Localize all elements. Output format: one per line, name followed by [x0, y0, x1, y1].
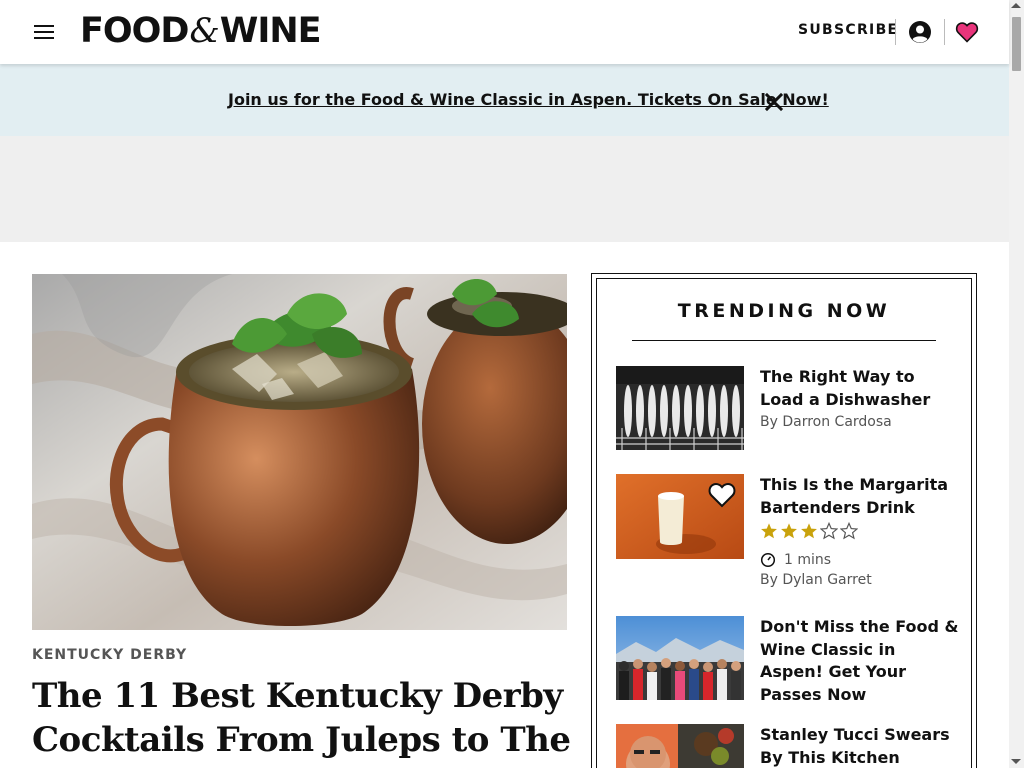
hero-category-link[interactable]: KENTUCKY DERBY [32, 647, 187, 663]
star-filled-icon [801, 523, 817, 539]
trending-divider [632, 340, 936, 341]
scroll-down-arrow-icon[interactable] [1011, 759, 1021, 764]
trending-item-title[interactable]: Don't Miss the Food & Wine Classic in As… [760, 616, 960, 706]
trending-item-byline: By Darron Cardosa [760, 414, 892, 430]
star-rating [760, 522, 858, 544]
total-time-value: 1 mins [784, 552, 832, 568]
logo-ampersand: & [189, 11, 219, 51]
trending-thumbnail-stanley-tucci[interactable] [616, 724, 744, 768]
logo-food: FOOD [80, 11, 189, 51]
subscribe-button[interactable]: SUBSCRIBE [798, 22, 898, 38]
trending-item-title[interactable]: Stanley Tucci Swears By This Kitchen Ess… [760, 724, 960, 768]
hero-image[interactable] [32, 274, 567, 630]
site-logo[interactable]: FOOD&WINE [80, 11, 322, 51]
hamburger-menu-icon[interactable] [34, 24, 54, 40]
trending-item-title[interactable]: This Is the Margarita Bartenders Drink [760, 474, 960, 519]
close-icon[interactable] [763, 91, 785, 113]
trending-thumbnail-aspen-classic[interactable] [616, 616, 744, 700]
logo-wine: WINE [219, 11, 322, 51]
scroll-up-arrow-icon[interactable] [1011, 3, 1021, 8]
clock-icon [760, 552, 776, 568]
scrollbar-thumb[interactable] [1012, 17, 1021, 71]
page-scrollbar[interactable] [1009, 0, 1024, 768]
star-filled-icon [781, 523, 797, 539]
trending-heading: TRENDING NOW [677, 300, 891, 322]
trending-thumbnail-dishwasher[interactable] [616, 366, 744, 450]
promo-link[interactable]: Join us for the Food & Wine Classic in A… [228, 90, 829, 109]
site-header: FOOD&WINE SUBSCRIBE [0, 0, 1009, 64]
trending-item-byline: By Dylan Garret [760, 572, 872, 588]
header-divider [944, 19, 945, 45]
total-time: 1 mins [760, 550, 831, 570]
star-filled-icon [761, 523, 777, 539]
trending-item-title[interactable]: The Right Way to Load a Dishwasher [760, 366, 960, 411]
save-favorite-heart-icon[interactable] [707, 480, 737, 510]
ad-placeholder [0, 136, 1009, 242]
heart-icon[interactable] [955, 20, 979, 44]
account-circle-icon[interactable] [908, 20, 932, 44]
header-divider [895, 19, 896, 45]
hero-headline[interactable]: The 11 Best Kentucky Derby Cocktails Fro… [32, 674, 572, 762]
star-empty-icon [840, 522, 858, 540]
star-empty-icon [820, 522, 838, 540]
